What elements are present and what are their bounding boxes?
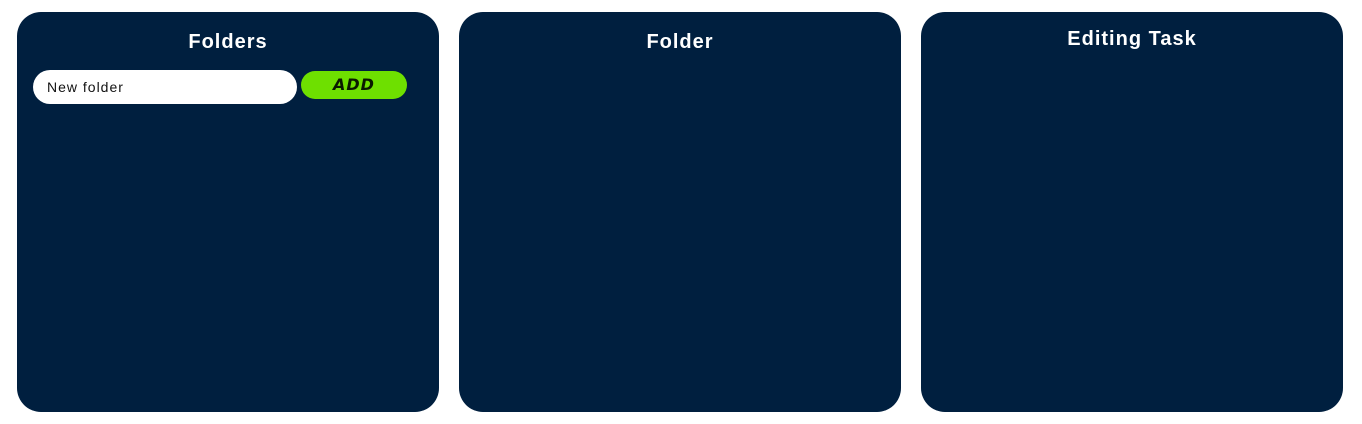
editing-task-panel: Editing Task xyxy=(921,12,1343,412)
folder-panel: Folder xyxy=(459,12,901,412)
folders-panel: Folders ADD xyxy=(17,12,439,412)
folders-panel-title: Folders xyxy=(188,31,268,53)
new-folder-input[interactable] xyxy=(33,70,297,104)
editing-task-panel-title: Editing Task xyxy=(1067,28,1197,50)
add-folder-button[interactable]: ADD xyxy=(301,71,407,99)
folder-panel-title: Folder xyxy=(646,31,714,53)
